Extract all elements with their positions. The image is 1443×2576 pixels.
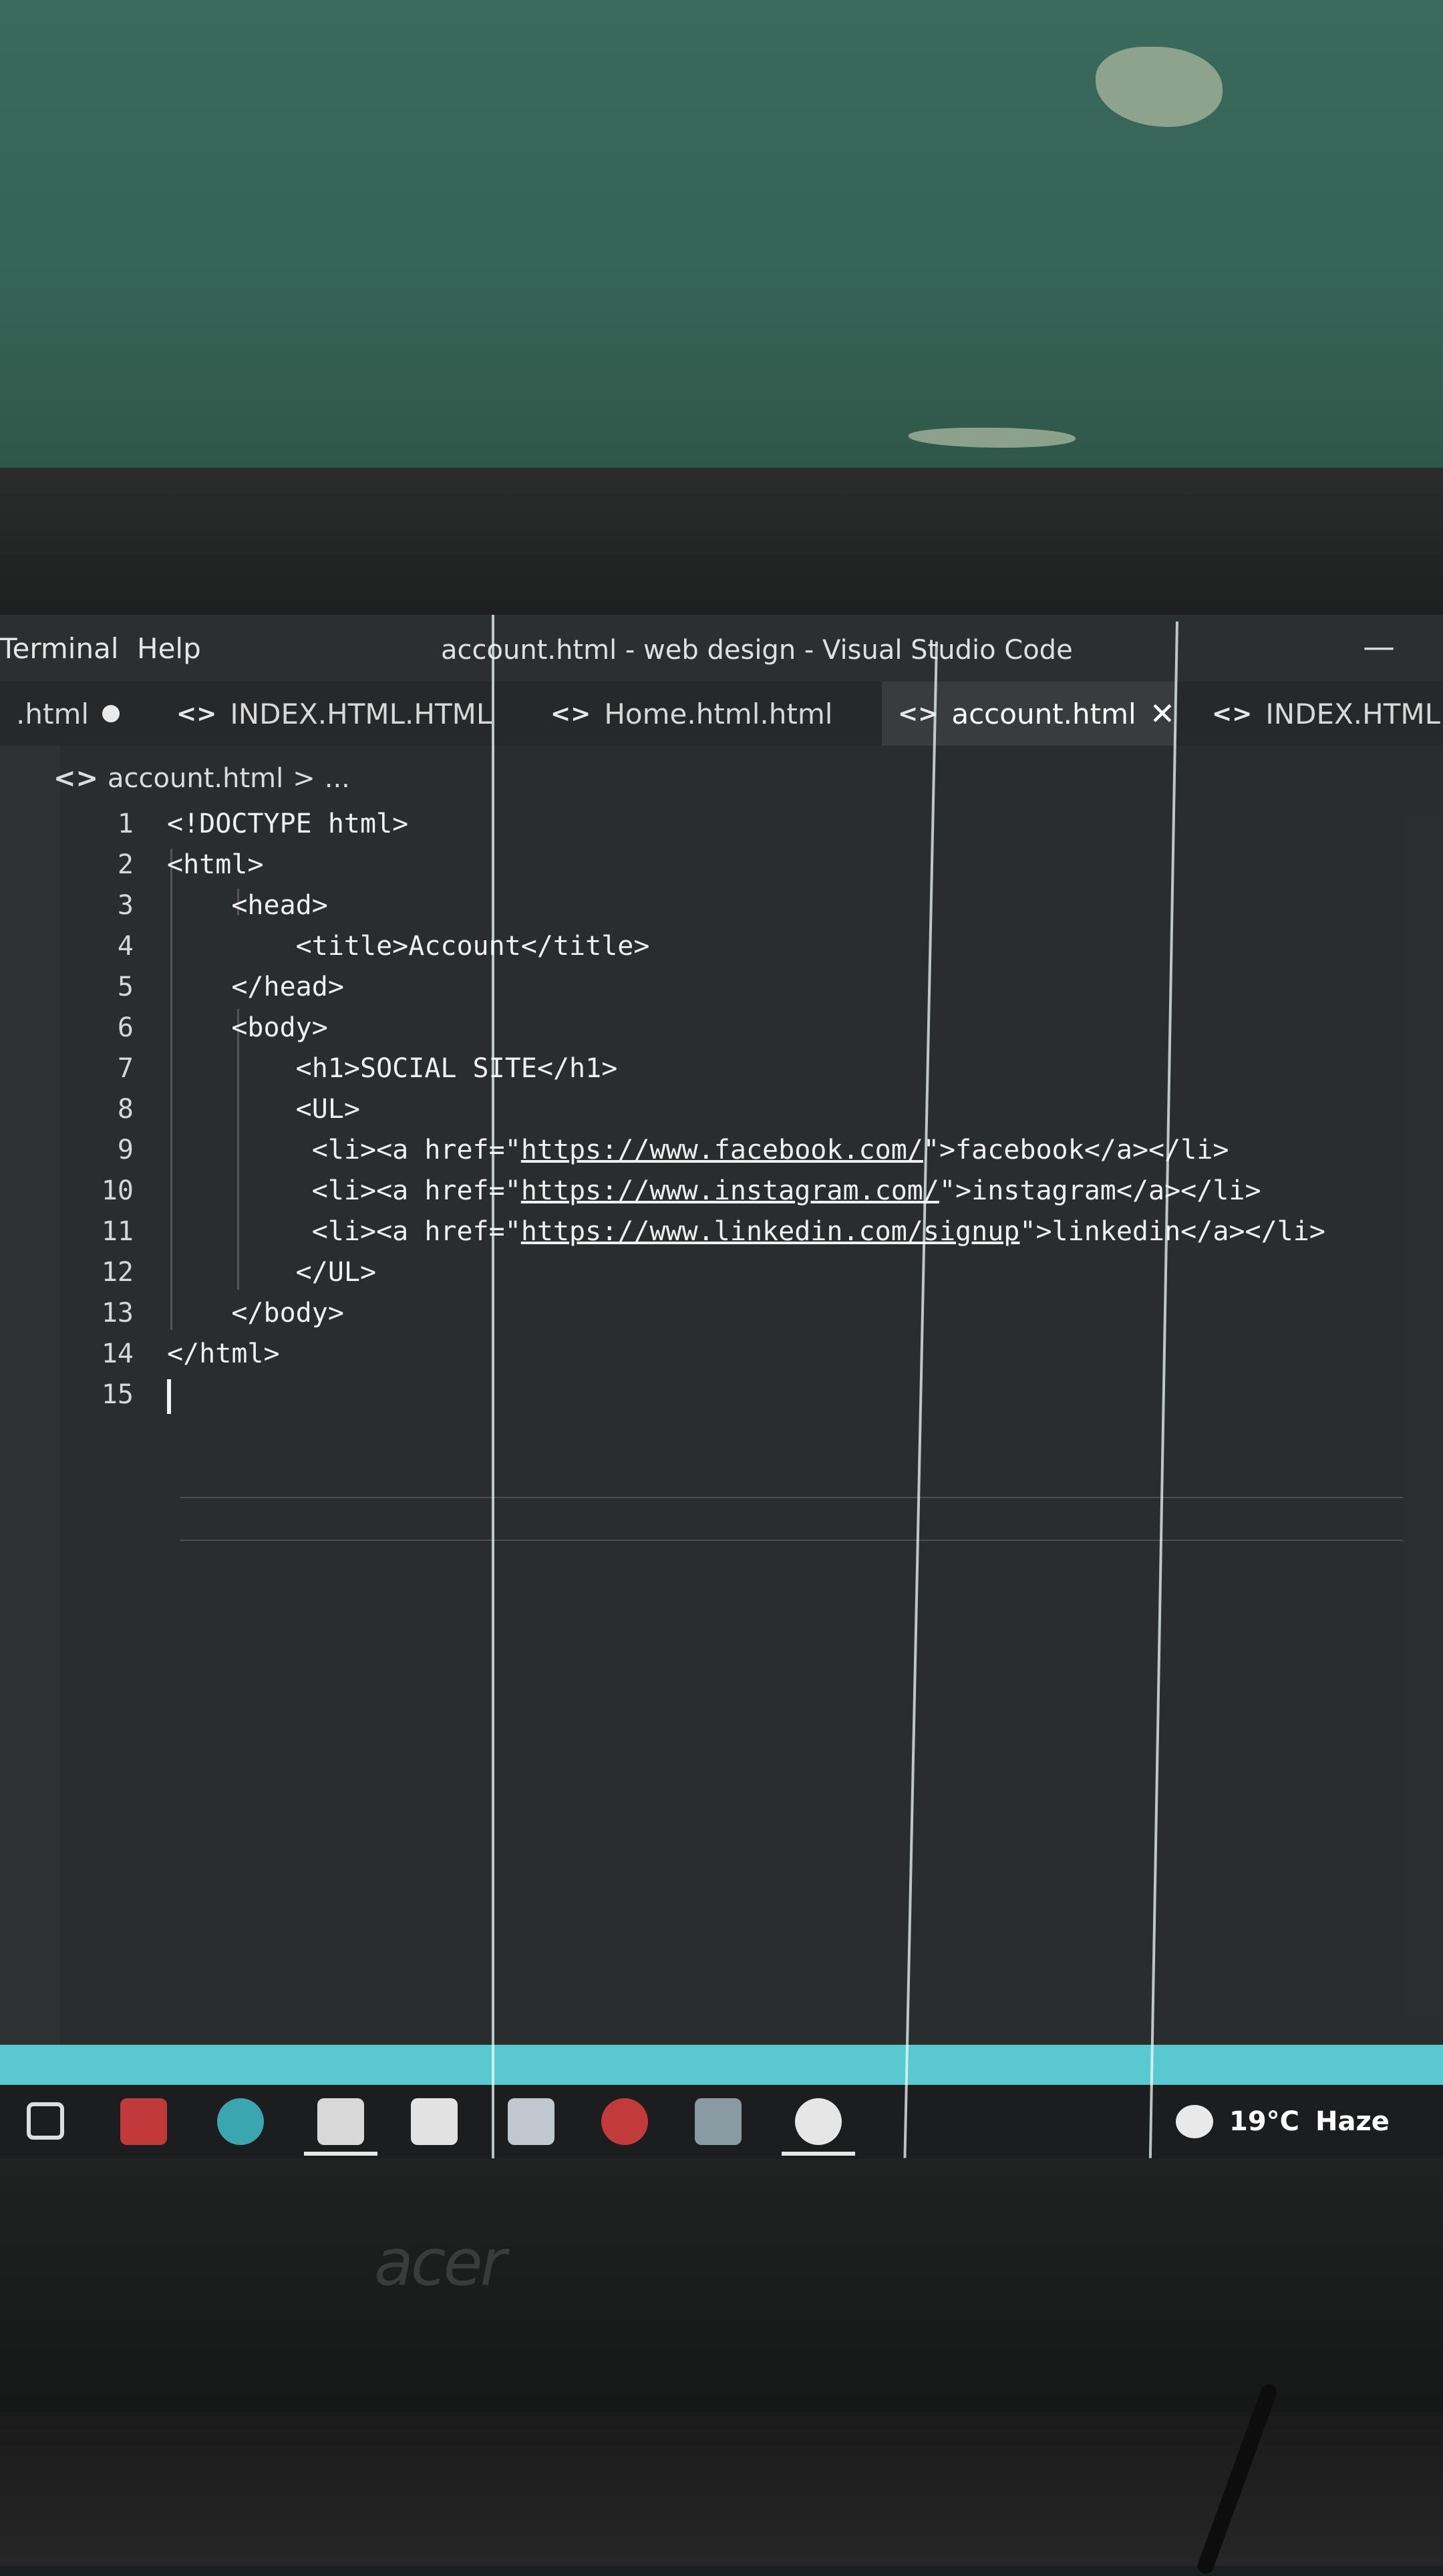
code-text: </head> — [167, 972, 344, 1002]
line-number: 5 — [117, 972, 134, 1002]
code-file-icon: <> — [53, 763, 99, 794]
code-text: <UL> — [167, 1094, 360, 1125]
code-file-icon: <> — [550, 700, 591, 728]
code-url-link[interactable]: https://www.linkedin.com/signup — [521, 1216, 1020, 1247]
monitor-bezel-bottom — [0, 2158, 1443, 2412]
breadcrumb: <> account.html > ... — [53, 763, 350, 794]
monitor-bezel-top — [0, 468, 1443, 615]
code-segment: ">instagram</a></li> — [939, 1175, 1261, 1206]
code-text: <head> — [167, 890, 328, 921]
code-text: <html> — [167, 849, 264, 880]
unsaved-dot-icon — [102, 705, 120, 722]
menu-help[interactable]: Help — [137, 632, 201, 665]
tab-html[interactable]: .html — [0, 682, 154, 746]
code-text — [167, 1379, 171, 1414]
text-cursor — [167, 1379, 171, 1414]
haze-weather-icon — [1176, 2105, 1213, 2138]
code-segment: <li><a href=" — [167, 1216, 521, 1247]
window-title: account.html - web design - Visual Studi… — [441, 635, 1073, 666]
line-number: 9 — [117, 1135, 134, 1165]
tab-label: INDEX.HTML.HTML — [230, 697, 492, 730]
breadcrumb-separator: > — [293, 763, 315, 794]
monitor-brand-logo: acer — [374, 2225, 506, 2300]
weather-condition: Haze — [1315, 2106, 1390, 2137]
youtube-icon[interactable] — [120, 2098, 167, 2145]
status-bar — [0, 2045, 1443, 2085]
code-segment: ">facebook</a></li> — [923, 1135, 1229, 1165]
line-number: 10 — [101, 1175, 134, 1206]
tab-label: account.html — [951, 697, 1136, 730]
code-text: <h1>SOCIAL SITE</h1> — [167, 1053, 618, 1084]
code-file-icon: <> — [1212, 700, 1253, 728]
active-indicator — [304, 2152, 377, 2156]
line-number: 2 — [117, 849, 134, 880]
tab-label: INDEX.HTML — [1265, 697, 1441, 730]
background-wall — [0, 0, 1443, 481]
code-text: </body> — [167, 1298, 344, 1328]
line-number: 4 — [117, 931, 134, 962]
tab-index-html[interactable]: <> INDEX.HTML — [1196, 682, 1443, 746]
code-url-link[interactable]: https://www.facebook.com/ — [521, 1135, 923, 1165]
paint-chip — [909, 428, 1076, 448]
line-number: 12 — [101, 1257, 134, 1288]
code-text: </UL> — [167, 1257, 377, 1288]
file-explorer-icon[interactable] — [317, 2098, 364, 2145]
code-segment: <li><a href=" — [167, 1135, 521, 1165]
task-view-icon[interactable] — [27, 2102, 64, 2140]
weather-widget[interactable]: 19°C Haze — [1176, 2105, 1390, 2138]
line-number: 6 — [117, 1012, 134, 1043]
code-url-link[interactable]: https://www.instagram.com/ — [521, 1175, 939, 1206]
line-number: 8 — [117, 1094, 134, 1125]
code-segment: <li><a href=" — [167, 1175, 521, 1206]
code-file-icon: <> — [176, 700, 217, 728]
code-text: <!DOCTYPE html> — [167, 809, 409, 839]
code-text: </html> — [167, 1338, 280, 1369]
minimap[interactable] — [1403, 815, 1443, 2018]
tab-label: Home.html.html — [604, 697, 833, 730]
store-icon[interactable] — [411, 2098, 458, 2145]
breadcrumb-more[interactable]: ... — [325, 763, 350, 794]
tab-label: .html — [16, 697, 90, 730]
screen-glare — [492, 615, 494, 2158]
monitor-screen: Terminal Help account.html - web design … — [0, 615, 1443, 2158]
code-text: <body> — [167, 1012, 328, 1043]
current-line-highlight — [180, 1497, 1416, 1541]
opera-icon[interactable] — [601, 2098, 648, 2145]
line-number: 3 — [117, 890, 134, 921]
menu-terminal[interactable]: Terminal — [0, 632, 119, 665]
line-number: 14 — [101, 1338, 134, 1369]
edge-browser-icon[interactable] — [217, 2098, 264, 2145]
taskbar: 19°C Haze — [0, 2085, 1443, 2158]
tab-index-html-html[interactable]: <> INDEX.HTML.HTML — [160, 682, 501, 746]
activity-bar — [0, 746, 60, 2069]
tab-home-html-html[interactable]: <> Home.html.html — [534, 682, 868, 746]
weather-temp: 19°C — [1229, 2106, 1300, 2137]
vscode-icon[interactable] — [695, 2098, 742, 2145]
code-file-icon: <> — [898, 700, 939, 728]
code-text: <li><a href="https://www.facebook.com/">… — [167, 1135, 1229, 1165]
tab-account-html[interactable]: <> account.html ✕ — [882, 682, 1176, 746]
code-editor[interactable]: 1 <!DOCTYPE html> 2 <html> 3 <head> 4 <title>… — [60, 809, 1416, 2011]
code-text: <li><a href="https://www.linkedin.com/si… — [167, 1216, 1325, 1247]
tab-bar: .html <> INDEX.HTML.HTML <> Home.html.ht… — [0, 682, 1443, 746]
code-segment: ">linkedin</a></li> — [1019, 1216, 1325, 1247]
breadcrumb-file[interactable]: account.html — [108, 763, 283, 794]
line-number: 13 — [101, 1298, 134, 1328]
line-number: 15 — [101, 1379, 134, 1410]
code-text: <li><a href="https://www.instagram.com/"… — [167, 1175, 1261, 1206]
paint-chip — [1096, 47, 1223, 127]
line-number: 11 — [101, 1216, 134, 1247]
line-number: 1 — [117, 809, 134, 839]
mail-icon[interactable] — [508, 2098, 554, 2145]
code-text: <title>Account</title> — [167, 931, 650, 962]
chrome-icon[interactable] — [795, 2098, 842, 2145]
minimize-button[interactable]: — — [1363, 628, 1395, 666]
line-number: 7 — [117, 1053, 134, 1084]
title-bar: Terminal Help account.html - web design … — [0, 615, 1443, 682]
close-icon[interactable]: ✕ — [1150, 696, 1176, 732]
active-indicator — [782, 2152, 855, 2156]
